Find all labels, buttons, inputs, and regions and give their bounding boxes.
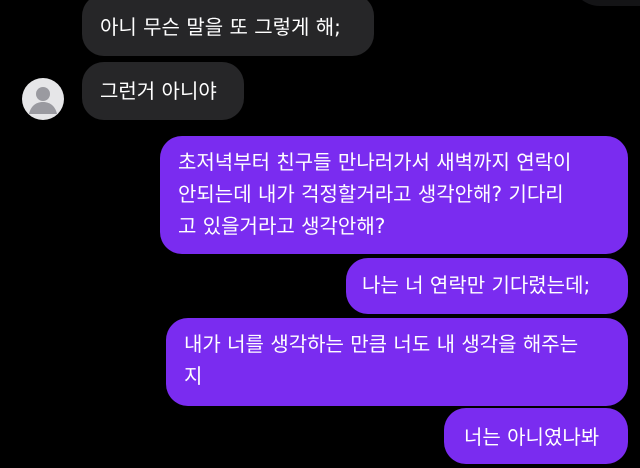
outgoing-message-bubble[interactable]: 너는 아니였나봐 (444, 408, 628, 464)
outgoing-message-bubble[interactable]: 내가 너를 생각하는 만큼 너도 내 생각을 해주는 지 (166, 318, 628, 406)
previous-message-edge (570, 0, 640, 6)
incoming-message-bubble[interactable]: 그런거 아니야 (82, 62, 244, 120)
outgoing-message-bubble[interactable]: 나는 너 연락만 기다렸는데; (346, 258, 628, 314)
outgoing-message-bubble[interactable]: 초저녁부터 친구들 만나러가서 새벽까지 연락이 안되는데 내가 걱정할거라고 … (160, 136, 628, 254)
incoming-message-bubble[interactable]: 아니 무슨 말을 또 그렇게 해; (82, 0, 374, 56)
user-avatar-icon[interactable] (22, 78, 64, 120)
default-user-avatar-icon (29, 87, 57, 114)
